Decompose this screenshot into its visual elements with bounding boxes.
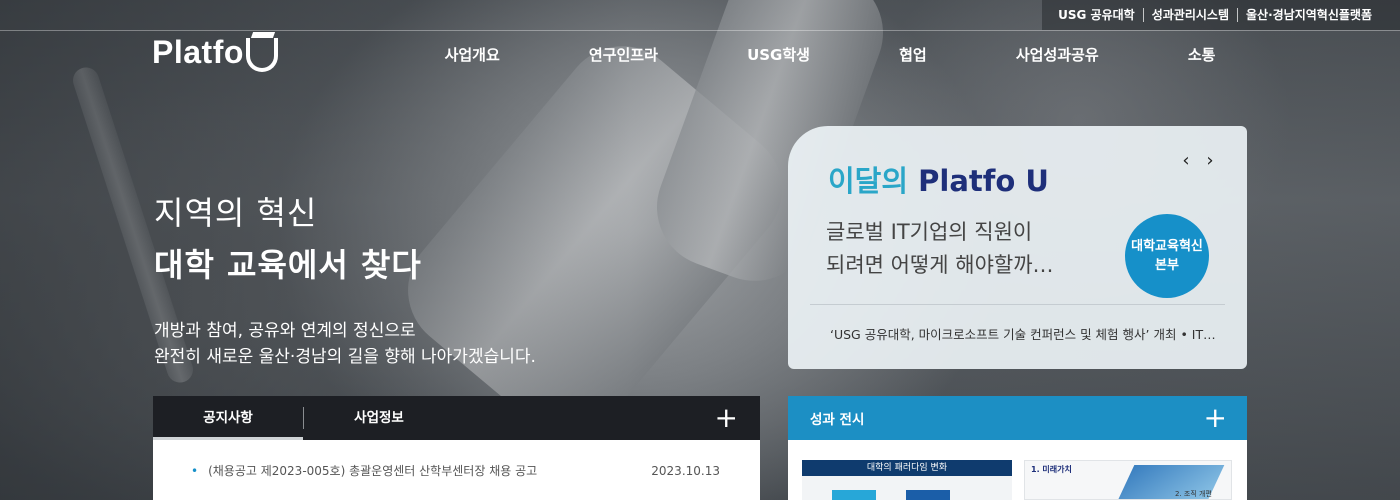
notice-tabs: 공지사항 사업정보 +	[153, 396, 760, 440]
notice-date: 2023.10.13	[651, 463, 720, 478]
hero-description: 개방과 참여, 공유와 연계의 정신으로 완전히 새로운 울산·경남의 길을 향…	[154, 318, 536, 370]
tab-notices[interactable]: 공지사항	[153, 396, 303, 440]
gallery-thumbnail[interactable]: 1. 미래가치 2. 조직 개편	[1024, 460, 1232, 500]
logo-u-cap-icon	[245, 37, 278, 72]
nav-item-students[interactable]: USG학생	[747, 44, 810, 65]
notice-list: • (채용공고 제2023-005호) 총괄운영센터 산학부센터장 채용 공고 …	[153, 440, 760, 500]
util-link-platform[interactable]: 울산·경남지역혁신플랫폼	[1237, 8, 1380, 22]
logo-text: Platfo	[152, 34, 244, 70]
util-link-usg[interactable]: USG 공유대학	[1050, 8, 1143, 22]
bullet-icon: •	[191, 463, 199, 478]
monthly-feature-arrows: ‹ ›	[1179, 150, 1217, 172]
hero-title-line2: 대학 교육에서 찾다	[154, 246, 422, 284]
hero-desc-line2: 완전히 새로운 울산·경남의 길을 향해 나아가겠습니다.	[154, 347, 536, 367]
monthly-feature-headline-line1: 글로벌 IT기업의 직원이	[826, 220, 1033, 244]
monthly-feature-summary[interactable]: ‘USG 공유대학, 마이크로소프트 기술 컨퍼런스 및 체험 행사’ 개최 •…	[830, 324, 1216, 343]
gallery-panel: 성과 전시 + 대학의 패러다임 변화 1. 미래가치 2. 조직 개편	[788, 396, 1247, 500]
gallery-thumbnail[interactable]: 대학의 패러다임 변화	[802, 460, 1012, 500]
chevron-left-icon[interactable]: ‹	[1179, 150, 1193, 172]
notice-title: (채용공고 제2023-005호) 총괄운영센터 산학부센터장 채용 공고	[208, 464, 538, 478]
nav-item-results[interactable]: 사업성과공유	[1016, 44, 1099, 65]
nav-item-communication[interactable]: 소통	[1188, 44, 1216, 65]
plus-icon[interactable]: +	[715, 404, 738, 432]
department-badge-line1: 대학교육혁신	[1131, 239, 1203, 254]
util-link-performance[interactable]: 성과관리시스템	[1142, 8, 1237, 22]
monthly-feature-headline[interactable]: 글로벌 IT기업의 직원이 되려면 어떻게 해야할까…	[826, 216, 1054, 282]
monthly-feature-headline-line2: 되려면 어떻게 해야할까…	[826, 253, 1054, 277]
plus-icon[interactable]: +	[1204, 404, 1227, 432]
nav-item-cooperation[interactable]: 협업	[899, 44, 927, 65]
nav-item-infra[interactable]: 연구인프라	[589, 44, 658, 65]
monthly-feature-title: 이달의 Platfo U	[828, 158, 1049, 200]
thumbnail-graphic	[832, 490, 876, 500]
list-item[interactable]: • (채용공고 제2023-005호) 총괄운영센터 산학부센터장 채용 공고 …	[153, 462, 760, 479]
nav-item-overview[interactable]: 사업개요	[445, 44, 500, 65]
department-badge: 대학교육혁신 본부	[1125, 214, 1209, 298]
monthly-feature-card[interactable]: 이달의 Platfo U ‹ › 글로벌 IT기업의 직원이 되려면 어떻게 해…	[788, 126, 1247, 369]
monthly-feature-title-accent: 이달의	[828, 164, 909, 198]
main-nav: 사업개요 연구인프라 USG학생 협업 사업성과공유 소통	[400, 44, 1260, 65]
site-logo[interactable]: Platfo	[152, 34, 278, 72]
gallery-thumbnail-title: 대학의 패러다임 변화	[802, 460, 1012, 476]
hero-title-line1: 지역의 혁신	[154, 194, 318, 232]
thumbnail-graphic	[906, 490, 950, 500]
gallery-title: 성과 전시	[810, 412, 865, 428]
header-divider	[0, 30, 1400, 31]
monthly-feature-title-name: Platfo U	[918, 164, 1049, 198]
monthly-feature-divider	[810, 304, 1225, 305]
utility-bar: USG 공유대학 성과관리시스템 울산·경남지역혁신플랫폼	[1042, 0, 1400, 30]
gallery-body: 대학의 패러다임 변화 1. 미래가치 2. 조직 개편	[788, 440, 1247, 500]
gallery-thumbnail-label2: 2. 조직 개편	[1175, 490, 1212, 498]
chevron-right-icon[interactable]: ›	[1203, 150, 1217, 172]
notice-panel: 공지사항 사업정보 + • (채용공고 제2023-005호) 총괄운영센터 산…	[153, 396, 760, 500]
tab-business-info[interactable]: 사업정보	[304, 396, 454, 440]
gallery-header: 성과 전시 +	[788, 396, 1247, 440]
hero-desc-line1: 개방과 참여, 공유와 연계의 정신으로	[154, 321, 416, 341]
gallery-thumbnail-label: 1. 미래가치	[1031, 465, 1072, 474]
department-badge-line2: 본부	[1155, 258, 1179, 273]
